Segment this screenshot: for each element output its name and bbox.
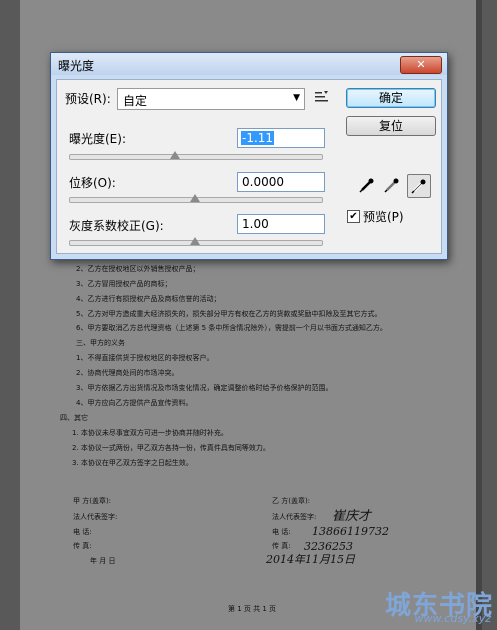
preview-checkbox[interactable]: ✔ <box>347 210 360 223</box>
section-heading: 四、其它 <box>60 414 88 422</box>
party-a-date-label: 年 月 日 <box>90 557 116 565</box>
clause-line: 3、乙方冒用授权产品的商标； <box>76 280 172 288</box>
offset-value: 0.0000 <box>242 175 284 189</box>
dialog-title: 曝光度 <box>58 59 95 73</box>
clause-line: 6、甲方要取消乙方总代理资格（上述第 5 条中所含情况除外），需提前一个月以书面… <box>76 324 387 332</box>
party-b-phone-label: 电 话: <box>272 528 291 536</box>
exposure-dialog: 曝光度 ✕ 预设(R): 自定 ▼ 曝光度(E): -1.11 位移(O): 0… <box>50 52 448 260</box>
gray-eyedropper-icon[interactable] <box>381 174 403 196</box>
offset-label: 位移(O): <box>69 176 116 190</box>
clause-line: 1. 本协议未尽事宜双方可进一步协商并随时补充。 <box>72 429 228 437</box>
party-b-label: 乙 方(盖章): <box>272 497 311 505</box>
handwritten-fax: 3236253 <box>304 540 353 553</box>
preset-options-icon[interactable] <box>315 90 329 104</box>
gamma-value: 1.00 <box>242 217 269 231</box>
clause-line: 1、不得直接供货于授权地区的非授权客户。 <box>76 354 214 362</box>
preset-value: 自定 <box>123 94 148 108</box>
party-b-fax-label: 传 真: <box>272 542 291 550</box>
black-eyedropper-icon[interactable] <box>356 174 378 196</box>
clause-line: 2、协商代理商处间的市场冲突。 <box>76 369 179 377</box>
gamma-label: 灰度系数校正(G): <box>69 219 164 233</box>
ok-button[interactable]: 确定 <box>346 88 436 108</box>
checkmark-icon: ✔ <box>349 211 358 222</box>
party-a-fax-label: 传 真: <box>73 542 92 550</box>
section-heading: 三、甲方的义务 <box>76 339 125 347</box>
clause-line: 4、乙方进行有损授权产品及商标信誉的活动； <box>76 295 221 303</box>
exposure-slider-track[interactable] <box>69 154 323 160</box>
clause-line: 2. 本协议一式两份，甲乙双方各持一份，传真件具有同等效力。 <box>72 444 270 452</box>
clause-line: 4、甲方应向乙方提供产品宣传资料。 <box>76 399 193 407</box>
gamma-slider-thumb[interactable] <box>190 237 200 245</box>
close-icon: ✕ <box>416 58 426 71</box>
handwritten-date: 2014年11月15日 <box>266 553 355 566</box>
watermark-url: www.cdsy.xyz <box>414 612 492 625</box>
preset-select[interactable]: 自定 ▼ <box>117 88 305 110</box>
white-eyedropper-icon[interactable] <box>407 174 431 198</box>
exposure-slider-thumb[interactable] <box>169 151 180 159</box>
page-footer: 第 1 页 共 1 页 <box>228 605 277 613</box>
chevron-down-icon: ▼ <box>293 93 300 103</box>
gamma-input[interactable]: 1.00 <box>237 214 325 234</box>
document-shadow <box>476 0 482 630</box>
exposure-input[interactable]: -1.11 <box>237 128 325 148</box>
handwritten-signature: 崔庆才 <box>332 509 372 524</box>
close-button[interactable]: ✕ <box>400 56 442 74</box>
preset-label: 预设(R): <box>65 92 111 106</box>
dialog-titlebar[interactable]: 曝光度 ✕ <box>51 53 447 75</box>
offset-input[interactable]: 0.0000 <box>237 172 325 192</box>
exposure-label: 曝光度(E): <box>69 132 126 146</box>
party-a-phone-label: 电 话: <box>73 528 92 536</box>
clause-line: 2、乙方在授权地区以外销售授权产品； <box>76 265 200 273</box>
dialog-client: 预设(R): 自定 ▼ 曝光度(E): -1.11 位移(O): 0.0000 … <box>56 79 442 254</box>
exposure-value: -1.11 <box>241 131 275 145</box>
party-a-rep-label: 法人代表签字: <box>73 513 118 521</box>
handwritten-phone: 13866119732 <box>312 525 389 538</box>
preview-label: 预览(P) <box>363 210 404 224</box>
party-b-rep-label: 法人代表签字: <box>272 513 317 521</box>
party-a-label: 甲 方(盖章): <box>73 497 112 505</box>
clause-line: 3、甲方依据乙方出货情况及市场变化情况，确定调整价格时给予价格保护的范围。 <box>76 384 333 392</box>
reset-button[interactable]: 复位 <box>346 116 436 136</box>
clause-line: 3. 本协议在甲乙双方签字之日起生效。 <box>72 459 193 467</box>
offset-slider-thumb[interactable] <box>190 194 200 202</box>
clause-line: 5、乙方对甲方造成重大经济损失的，损失部分甲方有权在乙方的货款或奖励中扣除及至其… <box>76 310 382 318</box>
